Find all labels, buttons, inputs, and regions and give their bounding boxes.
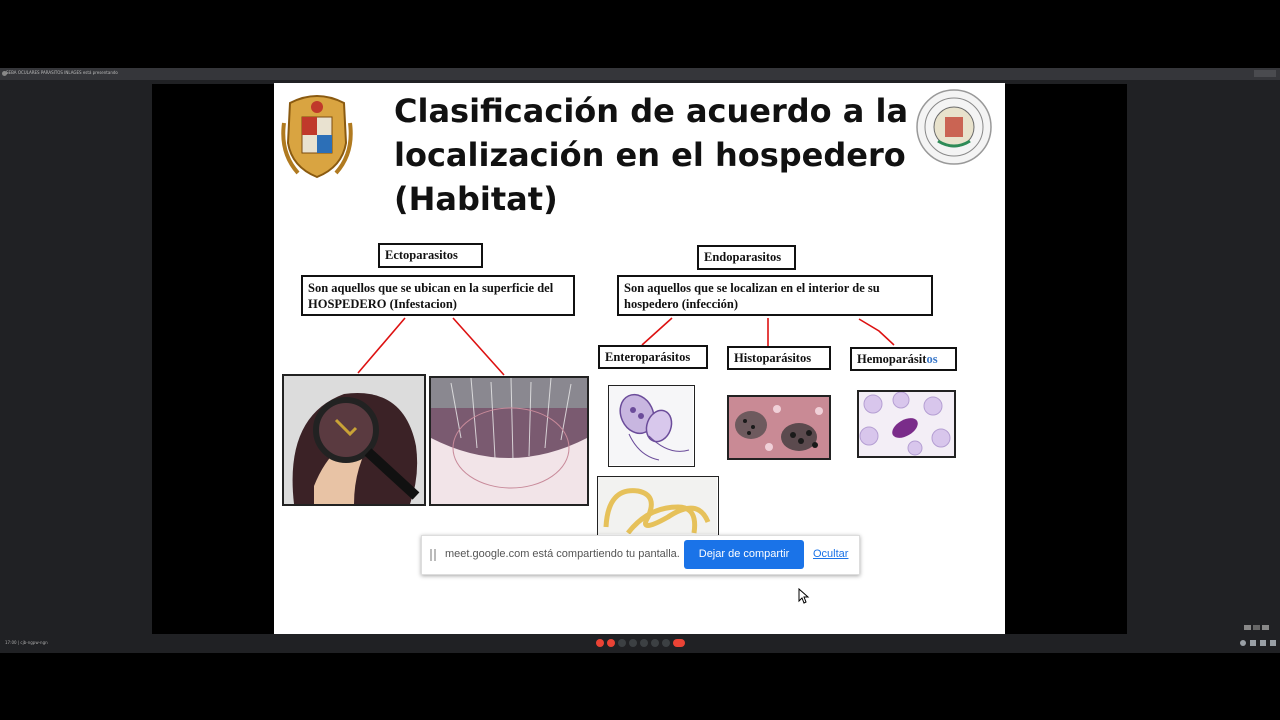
mic-off-button[interactable] [596, 639, 604, 647]
camera-off-button[interactable] [607, 639, 615, 647]
window-controls[interactable] [1254, 70, 1276, 77]
chat-icon[interactable] [1260, 640, 1266, 646]
end-call-button[interactable] [673, 639, 685, 647]
ecto-line-left [357, 317, 406, 374]
emoji-button[interactable] [629, 639, 637, 647]
enteroparasitos-label: Enteroparásitos [598, 345, 708, 369]
raise-hand-button[interactable] [651, 639, 659, 647]
activities-icon[interactable] [1270, 640, 1276, 646]
drag-handle-icon[interactable] [430, 549, 436, 561]
people-icon[interactable] [1250, 640, 1256, 646]
hemoparasitos-label-main: Hemoparásit [857, 352, 927, 366]
endo-line-hemo [858, 318, 895, 346]
stop-sharing-button[interactable]: Dejar de compartir [684, 540, 804, 569]
presenter-title: SEBA OCULARES PARASITOS INLAGES está pre… [6, 70, 118, 75]
hemoparasitos-label-tail: os [926, 352, 938, 366]
scalp-closeup-image [429, 376, 589, 506]
present-button[interactable] [640, 639, 648, 647]
hide-link[interactable]: Ocultar [813, 548, 848, 560]
roundworm-image [597, 476, 719, 536]
presenter-tab-bar: SEBA OCULARES PARASITOS INLAGES está pre… [0, 68, 1280, 80]
screen-share-message: meet.google.com está compartiendo tu pan… [445, 548, 680, 560]
tile-icon[interactable] [1244, 625, 1251, 630]
meeting-time-and-code: 17:00 | cjb-ngpw-ngn [5, 640, 48, 645]
mouse-cursor-icon [798, 588, 810, 604]
info-icon[interactable] [1240, 640, 1246, 646]
hemoparasitos-label: Hemoparásitos [850, 347, 957, 371]
blood-smear-image [857, 390, 956, 458]
histoparasite-tissue-image [727, 395, 831, 460]
more-options-button[interactable] [662, 639, 670, 647]
giardia-image [608, 385, 695, 467]
hair-magnifier-image [282, 374, 426, 506]
fullscreen-icon[interactable] [1262, 625, 1269, 630]
histoparasitos-label: Histoparásitos [727, 346, 831, 370]
view-controls[interactable] [1244, 625, 1274, 631]
meet-bottom-bar: 17:00 | cjb-ngpw-ngn [0, 634, 1280, 653]
captions-button[interactable] [618, 639, 626, 647]
ecto-line-right [452, 317, 505, 376]
endo-line-entero [641, 317, 673, 346]
layout-icon[interactable] [1253, 625, 1260, 630]
screen-share-bar: meet.google.com está compartiendo tu pan… [421, 535, 860, 575]
